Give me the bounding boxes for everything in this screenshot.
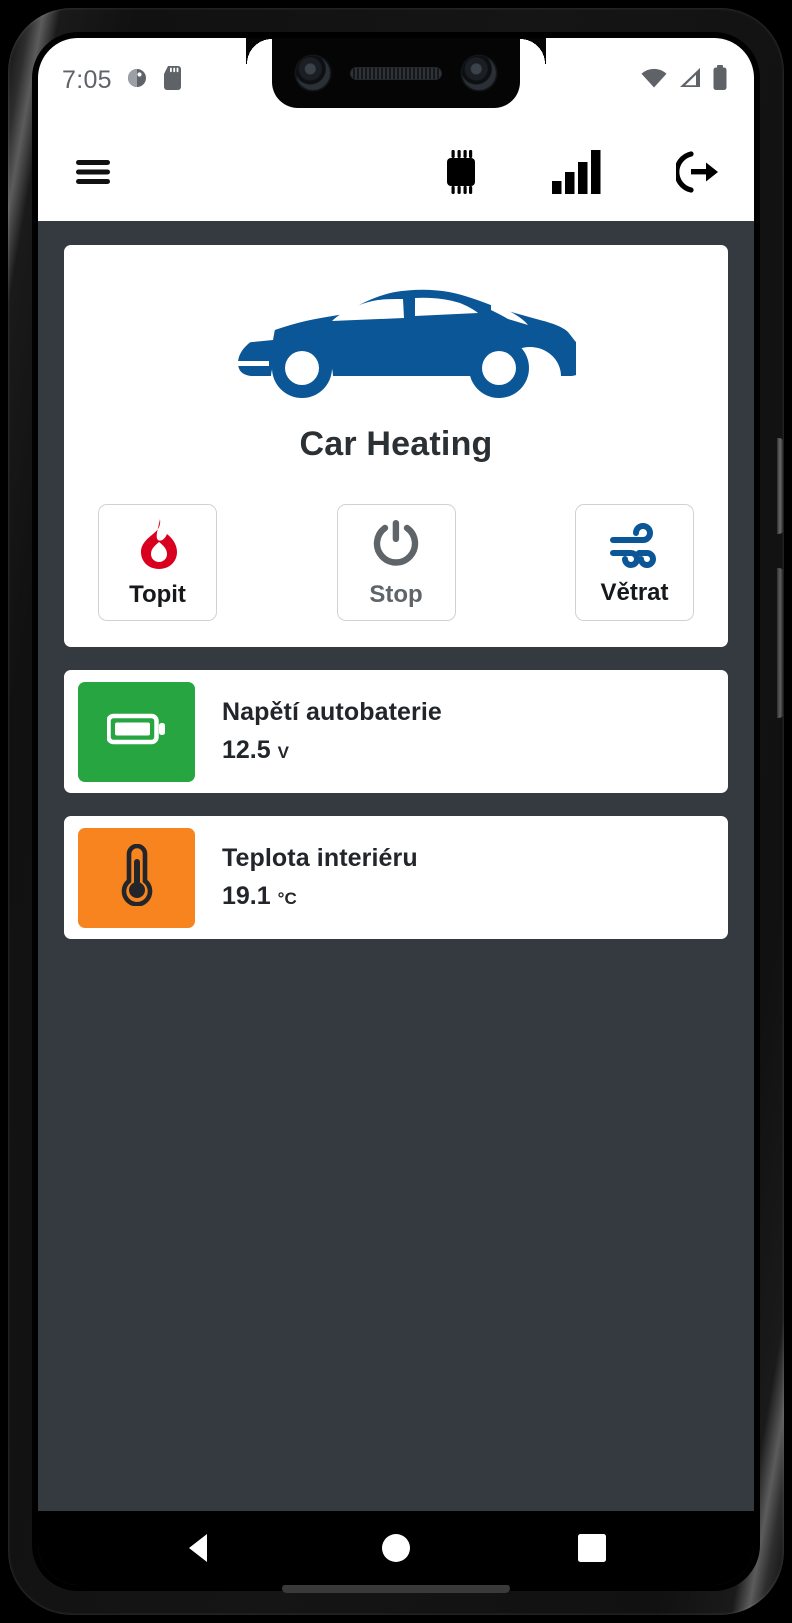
battery-icon (105, 712, 167, 751)
heat-button[interactable]: Topit (98, 504, 217, 621)
status-clock: 7:05 (62, 65, 112, 94)
temperature-sensor-value-row: 19.1 °C (222, 882, 418, 911)
battery-sensor-label: Napětí autobaterie (222, 698, 442, 726)
gesture-pill (282, 1584, 510, 1593)
temperature-sensor-label: Teplota interiéru (222, 844, 418, 872)
sensor-card-interior-temperature[interactable]: Teplota interiéru 19.1 °C (64, 816, 728, 939)
phone-screen: 7:05 Car Heating Topit Stop Větrat Napět… (38, 38, 754, 1585)
battery-sensor-value: 12.5 (222, 736, 271, 764)
flame-icon (136, 518, 180, 573)
main-content: Car Heating Topit Stop Větrat Napětí aut… (38, 221, 754, 1511)
microchip-icon[interactable] (432, 143, 490, 201)
front-camera-right-icon (462, 56, 496, 90)
signal-bars-icon[interactable] (548, 143, 610, 201)
power-icon (371, 518, 421, 573)
back-triangle-icon[interactable] (170, 1518, 230, 1578)
volume-button[interactable] (777, 568, 784, 718)
recents-square-icon[interactable] (562, 1518, 622, 1578)
android-navigation-bar (38, 1511, 754, 1585)
sd-card-icon (162, 65, 184, 96)
ventilate-button[interactable]: Větrat (575, 504, 694, 621)
sensor-card-battery-voltage[interactable]: Napětí autobaterie 12.5 V (64, 670, 728, 793)
heat-button-label: Topit (129, 581, 186, 608)
temperature-sensor-text: Teplota interiéru 19.1 °C (222, 844, 418, 911)
thermometer-tile (78, 827, 195, 928)
status-bar-left: 7:05 (62, 65, 184, 96)
front-camera-left-icon (296, 56, 330, 90)
blue-car-side-view-icon (236, 289, 576, 398)
display-notch (246, 38, 520, 108)
ventilate-button-label: Větrat (600, 579, 669, 606)
battery-sensor-text: Napětí autobaterie 12.5 V (222, 698, 442, 765)
temperature-sensor-unit: °C (277, 889, 297, 908)
status-bar: 7:05 (38, 38, 754, 122)
app-toolbar (38, 122, 754, 221)
page-title: Car Heating (299, 425, 493, 463)
stop-button-label: Stop (369, 581, 423, 608)
earpiece-speaker (350, 66, 442, 80)
status-bar-right (640, 64, 728, 96)
battery-sensor-value-row: 12.5 V (222, 736, 442, 765)
action-button-group: Topit Stop Větrat (64, 504, 728, 621)
thermometer-icon (120, 843, 154, 911)
wind-icon (609, 520, 661, 571)
battery-tile (78, 681, 195, 782)
phone-frame: 7:05 Car Heating Topit Stop Větrat Napět… (8, 8, 784, 1615)
battery-icon (712, 64, 728, 96)
home-circle-icon[interactable] (366, 1518, 426, 1578)
cellular-signal-icon (677, 67, 703, 94)
temperature-sensor-value: 19.1 (222, 882, 271, 910)
do-not-disturb-icon (125, 66, 149, 95)
stop-button[interactable]: Stop (336, 504, 456, 621)
power-button[interactable] (777, 438, 784, 534)
car-control-card: Car Heating Topit Stop Větrat (64, 245, 728, 647)
battery-sensor-unit: V (277, 743, 290, 762)
wifi-icon (640, 67, 668, 94)
hamburger-menu-icon[interactable] (66, 145, 120, 199)
logout-icon[interactable] (672, 145, 724, 199)
